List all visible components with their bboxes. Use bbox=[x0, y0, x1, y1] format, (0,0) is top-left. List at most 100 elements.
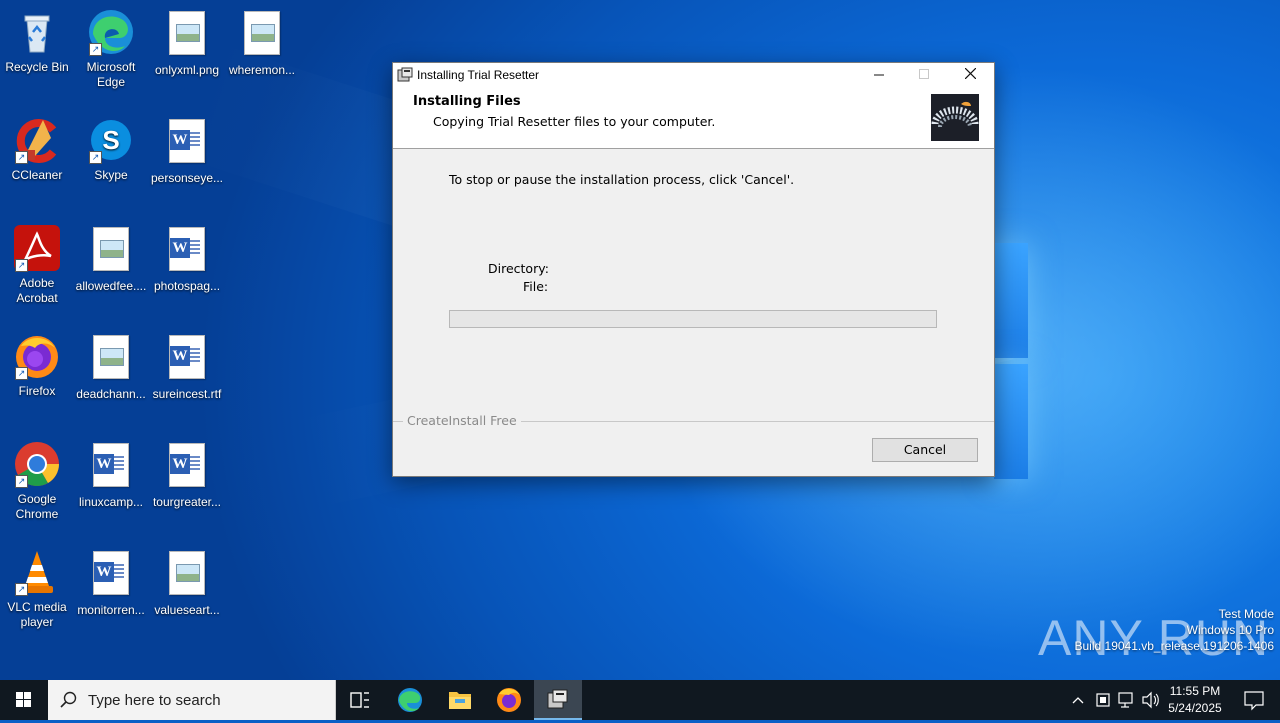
window-titlebar[interactable]: Installing Trial Resetter bbox=[393, 63, 994, 87]
test-mode-text: Test Mode bbox=[1218, 607, 1274, 621]
edition-text: Windows 10 Pro bbox=[1186, 623, 1274, 637]
word-document-icon: W bbox=[87, 443, 135, 491]
desktop-icon-adobe-acrobat[interactable]: ↗ Adobe Acrobat bbox=[0, 224, 74, 306]
minimize-icon bbox=[874, 74, 884, 76]
word-document-icon: W bbox=[163, 443, 211, 491]
desktop-icon-label: allowedfee.... bbox=[75, 279, 147, 293]
tray-network-button[interactable] bbox=[1116, 680, 1138, 720]
shortcut-arrow-icon: ↗ bbox=[15, 583, 28, 596]
word-document-icon: W bbox=[163, 335, 211, 383]
taskbar-search-box[interactable]: Type here to search bbox=[48, 680, 336, 720]
chevron-up-icon bbox=[1072, 697, 1084, 704]
image-file-icon bbox=[87, 227, 135, 275]
desktop-icon-image-file[interactable]: valueseart... bbox=[150, 548, 224, 618]
desktop-icon-label: photospag... bbox=[153, 279, 221, 293]
desktop-icon-label: personseye... bbox=[150, 171, 224, 185]
desktop-icon-word-file[interactable]: W monitorren... bbox=[74, 548, 148, 618]
shortcut-arrow-icon: ↗ bbox=[15, 475, 28, 488]
windows-logo-icon bbox=[16, 692, 31, 707]
desktop-icon-image-file[interactable]: deadchann... bbox=[74, 332, 148, 402]
search-icon bbox=[60, 691, 78, 709]
desktop-icon-vlc[interactable]: ↗ VLC media player bbox=[0, 548, 74, 630]
close-icon bbox=[964, 67, 976, 80]
shortcut-arrow-icon: ↗ bbox=[89, 43, 102, 56]
edge-icon bbox=[398, 688, 422, 712]
word-document-icon: W bbox=[87, 551, 135, 599]
window-title: Installing Trial Resetter bbox=[417, 68, 540, 82]
desktop-icon-label: onlyxml.png bbox=[154, 63, 220, 77]
skype-icon: S ↗ bbox=[87, 116, 135, 164]
desktop-icon-recycle-bin[interactable]: Recycle Bin bbox=[0, 8, 74, 75]
google-chrome-icon: ↗ bbox=[13, 440, 61, 488]
vlc-cone-icon: ↗ bbox=[13, 548, 61, 596]
desktop-icon-microsoft-edge[interactable]: ↗ Microsoft Edge bbox=[74, 8, 148, 90]
desktop-icon-label: Recycle Bin bbox=[5, 60, 69, 74]
image-file-icon bbox=[238, 11, 286, 59]
edge-icon: ↗ bbox=[87, 8, 135, 56]
desktop: Recycle Bin ↗ CCleaner ↗ Adobe Acrobat ↗… bbox=[0, 0, 1280, 680]
desktop-icon-label: tourgreater... bbox=[152, 495, 222, 509]
shield-tray-icon bbox=[1096, 693, 1110, 707]
folder-icon bbox=[449, 692, 471, 709]
build-text: Build 19041.vb_release.191206-1406 bbox=[1074, 639, 1275, 653]
desktop-icon-image-file[interactable]: wheremon... bbox=[225, 8, 299, 78]
minimize-button[interactable] bbox=[856, 63, 902, 87]
taskbar-clock[interactable]: 11:55 PM 5/24/2025 bbox=[1160, 683, 1230, 717]
image-file-icon bbox=[87, 335, 135, 383]
desktop-icon-word-file[interactable]: W photospag... bbox=[150, 224, 224, 294]
taskbar-edge[interactable] bbox=[386, 680, 434, 720]
desktop-icon-word-file[interactable]: W personseye... bbox=[150, 116, 224, 186]
maximize-button[interactable] bbox=[901, 63, 947, 87]
desktop-icon-ccleaner[interactable]: ↗ CCleaner bbox=[0, 116, 74, 183]
install-progress-bar bbox=[449, 310, 937, 328]
show-hidden-icons-button[interactable] bbox=[1068, 680, 1088, 720]
desktop-icon-label: Google Chrome bbox=[15, 492, 59, 521]
shortcut-arrow-icon: ↗ bbox=[89, 151, 102, 164]
image-file-icon bbox=[163, 11, 211, 59]
firefox-icon: ↗ bbox=[13, 332, 61, 380]
desktop-icon-skype[interactable]: S ↗ Skype bbox=[74, 116, 148, 183]
directory-label: Directory: bbox=[488, 261, 549, 276]
word-document-icon: W bbox=[163, 119, 211, 167]
createinstall-brand-text: CreateInstall Free bbox=[403, 413, 521, 428]
action-center-button[interactable] bbox=[1234, 680, 1274, 720]
taskbar-installer[interactable] bbox=[534, 680, 582, 720]
wallpaper-logo-pane bbox=[994, 364, 1028, 479]
desktop-icon-word-file[interactable]: W tourgreater... bbox=[150, 440, 224, 510]
search-placeholder: Type here to search bbox=[88, 692, 221, 709]
svg-text:S: S bbox=[102, 125, 119, 155]
firefox-icon bbox=[497, 688, 521, 712]
word-document-icon: W bbox=[163, 227, 211, 275]
image-file-icon bbox=[163, 551, 211, 599]
desktop-icon-firefox[interactable]: ↗ Firefox bbox=[0, 332, 74, 399]
task-view-button[interactable] bbox=[336, 680, 384, 720]
desktop-icon-image-file[interactable]: onlyxml.png bbox=[150, 8, 224, 78]
taskbar-file-explorer[interactable] bbox=[436, 680, 484, 720]
desktop-icon-word-file[interactable]: W linuxcamp... bbox=[74, 440, 148, 510]
adobe-acrobat-icon: ↗ bbox=[13, 224, 61, 272]
wizard-header: Installing Files Copying Trial Resetter … bbox=[393, 87, 994, 149]
tray-security-button[interactable] bbox=[1092, 680, 1114, 720]
maximize-icon bbox=[919, 69, 929, 79]
desktop-icon-label: Firefox bbox=[18, 384, 56, 398]
desktop-icon-label: Microsoft Edge bbox=[86, 60, 136, 89]
recycle-bin-icon bbox=[13, 8, 61, 56]
start-button[interactable] bbox=[0, 680, 48, 720]
cancel-button[interactable]: Cancel bbox=[872, 438, 978, 462]
taskbar-firefox[interactable] bbox=[485, 680, 533, 720]
desktop-icon-google-chrome[interactable]: ↗ Google Chrome bbox=[0, 440, 74, 522]
desktop-icon-word-file[interactable]: W sureincest.rtf bbox=[150, 332, 224, 402]
close-button[interactable] bbox=[947, 63, 993, 87]
desktop-icon-image-file[interactable]: allowedfee.... bbox=[74, 224, 148, 294]
windows-build-watermark: Test Mode Windows 10 Pro Build 19041.vb_… bbox=[1075, 606, 1275, 654]
desktop-icon-label: Adobe Acrobat bbox=[16, 276, 58, 305]
tray-volume-button[interactable] bbox=[1140, 680, 1162, 720]
clock-date: 5/24/2025 bbox=[1168, 701, 1222, 715]
installer-window[interactable]: Installing Trial Resetter Installing Fil… bbox=[392, 62, 995, 477]
network-icon bbox=[1118, 692, 1133, 708]
wizard-header-title: Installing Files bbox=[413, 94, 521, 109]
desktop-icon-label: valueseart... bbox=[154, 603, 220, 617]
clock-time: 11:55 PM bbox=[1169, 684, 1221, 698]
instruction-text: To stop or pause the installation proces… bbox=[449, 172, 795, 187]
ccleaner-icon: ↗ bbox=[13, 116, 61, 164]
